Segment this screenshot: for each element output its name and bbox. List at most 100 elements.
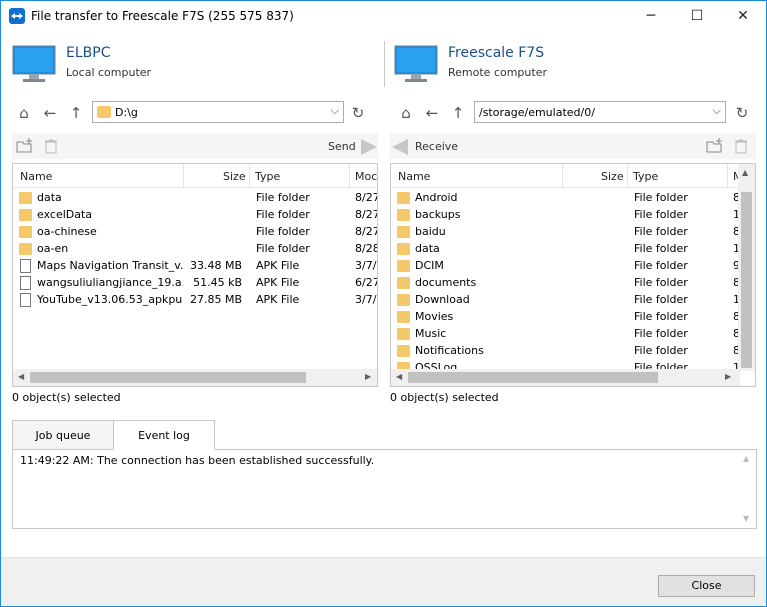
table-row[interactable]: excelData File folder 8/27: [13, 207, 377, 224]
receive-button-label[interactable]: Receive: [415, 140, 458, 153]
up-arrow-icon[interactable]: ↑: [66, 103, 86, 123]
send-button-label[interactable]: Send: [328, 140, 356, 153]
vertical-scrollbar[interactable]: ▲: [738, 164, 755, 371]
table-row[interactable]: DCIM File folder 9: [391, 258, 755, 275]
horizontal-scrollbar[interactable]: ◀ ▶: [391, 369, 740, 386]
folder-icon: [397, 311, 410, 323]
cell-mod: 3/7/2: [355, 259, 377, 272]
column-header-size[interactable]: Size: [223, 170, 246, 183]
receive-arrow-icon[interactable]: [392, 139, 408, 155]
cell-name: oa-chinese: [37, 225, 97, 238]
table-row[interactable]: Android File folder 8: [391, 190, 755, 207]
delete-icon[interactable]: [42, 137, 60, 155]
column-header-name[interactable]: Name: [20, 170, 52, 183]
home-icon[interactable]: ⌂: [396, 103, 416, 123]
scroll-thumb[interactable]: [741, 192, 752, 368]
table-row[interactable]: data File folder 8/27: [13, 190, 377, 207]
cell-type: File folder: [256, 225, 310, 238]
monitor-icon: [12, 45, 56, 83]
horizontal-scrollbar[interactable]: ◀ ▶: [13, 369, 377, 386]
local-path-input[interactable]: D:\g ⌵: [92, 101, 344, 123]
scroll-thumb[interactable]: [408, 372, 658, 383]
cell-size: 51.45 kB: [193, 276, 242, 289]
table-row[interactable]: Music File folder 8: [391, 326, 755, 343]
cell-type: File folder: [634, 225, 688, 238]
refresh-icon[interactable]: ↻: [732, 103, 752, 123]
cell-type: File folder: [634, 259, 688, 272]
cell-name: Android: [415, 191, 458, 204]
file-icon: [20, 276, 31, 290]
new-folder-icon[interactable]: [706, 137, 724, 155]
folder-icon: [397, 243, 410, 255]
table-row[interactable]: wangsuliuliangjiance_19.a... 51.45 kB APK …: [13, 275, 377, 292]
send-arrow-icon[interactable]: [361, 139, 377, 155]
back-arrow-icon[interactable]: ←: [40, 103, 60, 123]
delete-icon[interactable]: [732, 137, 750, 155]
tab-job-queue[interactable]: Job queue: [12, 420, 114, 450]
column-header-name[interactable]: Name: [398, 170, 430, 183]
remote-toolbar: Receive: [390, 133, 756, 159]
home-icon[interactable]: ⌂: [14, 103, 34, 123]
column-header-size[interactable]: Size: [601, 170, 624, 183]
chevron-down-icon[interactable]: ⌵: [331, 104, 339, 118]
table-row[interactable]: backups File folder 1: [391, 207, 755, 224]
folder-icon: [397, 260, 410, 272]
table-row[interactable]: oa-en File folder 8/28: [13, 241, 377, 258]
column-header-type[interactable]: Type: [633, 170, 658, 183]
table-row[interactable]: data File folder 1: [391, 241, 755, 258]
table-row[interactable]: YouTube_v13.06.53_apkpur... 27.85 MB APK F…: [13, 292, 377, 309]
scroll-right-icon[interactable]: ▶: [365, 372, 371, 381]
cell-type: APK File: [256, 259, 300, 272]
up-arrow-icon[interactable]: ↑: [448, 103, 468, 123]
tab-event-log[interactable]: Event log: [113, 420, 215, 450]
cell-name: YouTube_v13.06.53_apkpur...: [37, 293, 183, 306]
close-button[interactable]: Close: [658, 575, 755, 597]
table-row[interactable]: Download File folder 1: [391, 292, 755, 309]
scroll-thumb[interactable]: [30, 372, 306, 383]
table-row[interactable]: baidu File folder 8: [391, 224, 755, 241]
cell-name: Maps Navigation Transit_v...: [37, 259, 183, 272]
column-header-modified[interactable]: Moc: [355, 170, 377, 183]
scroll-down-icon[interactable]: ▼: [743, 514, 749, 523]
local-toolbar: Send: [12, 133, 378, 159]
vertical-scrollbar[interactable]: ▲ ▼: [739, 450, 756, 528]
folder-icon: [397, 226, 410, 238]
file-transfer-window: File transfer to Freescale F7S (255 575 …: [0, 0, 767, 607]
table-row[interactable]: Notifications File folder 8: [391, 343, 755, 360]
cell-type: File folder: [634, 242, 688, 255]
scroll-left-icon[interactable]: ◀: [18, 372, 24, 381]
cell-mod: 8/28: [355, 242, 378, 255]
chevron-down-icon[interactable]: ⌵: [713, 104, 721, 118]
scroll-right-icon[interactable]: ▶: [725, 372, 731, 381]
table-row[interactable]: oa-chinese File folder 8/27: [13, 224, 377, 241]
maximize-button[interactable]: ☐: [674, 1, 720, 31]
local-selection-status: 0 object(s) selected: [12, 391, 121, 404]
scroll-up-icon[interactable]: ▲: [742, 168, 748, 177]
folder-icon: [397, 192, 410, 204]
remote-path-input[interactable]: /storage/emulated/0/ ⌵: [474, 101, 726, 123]
table-row[interactable]: Maps Navigation Transit_v... 33.48 MB APK …: [13, 258, 377, 275]
cell-name: data: [37, 191, 62, 204]
remote-file-list[interactable]: Name Size Type M AndroidFile folder8back…: [390, 163, 756, 387]
scroll-left-icon[interactable]: ◀: [396, 372, 402, 381]
table-row[interactable]: Movies File folder 8: [391, 309, 755, 326]
new-folder-icon[interactable]: [16, 137, 34, 155]
minimize-button[interactable]: ─: [628, 1, 674, 31]
cell-mod: 8/27: [355, 225, 378, 238]
folder-icon: [397, 345, 410, 357]
close-window-button[interactable]: ✕: [720, 1, 766, 31]
folder-icon: [397, 209, 410, 221]
table-row[interactable]: documents File folder 8: [391, 275, 755, 292]
scroll-up-icon[interactable]: ▲: [743, 454, 749, 463]
monitor-icon: [394, 45, 438, 83]
local-file-list[interactable]: Name Size Type Moc data File folder 8/27 ex…: [12, 163, 378, 387]
remote-path-value: /storage/emulated/0/: [479, 106, 595, 119]
cell-name: backups: [415, 208, 461, 221]
refresh-icon[interactable]: ↻: [348, 103, 368, 123]
cell-type: File folder: [256, 191, 310, 204]
cell-type: File folder: [634, 276, 688, 289]
back-arrow-icon[interactable]: ←: [422, 103, 442, 123]
cell-name: excelData: [37, 208, 93, 221]
column-header-type[interactable]: Type: [255, 170, 280, 183]
cell-name: documents: [415, 276, 477, 289]
